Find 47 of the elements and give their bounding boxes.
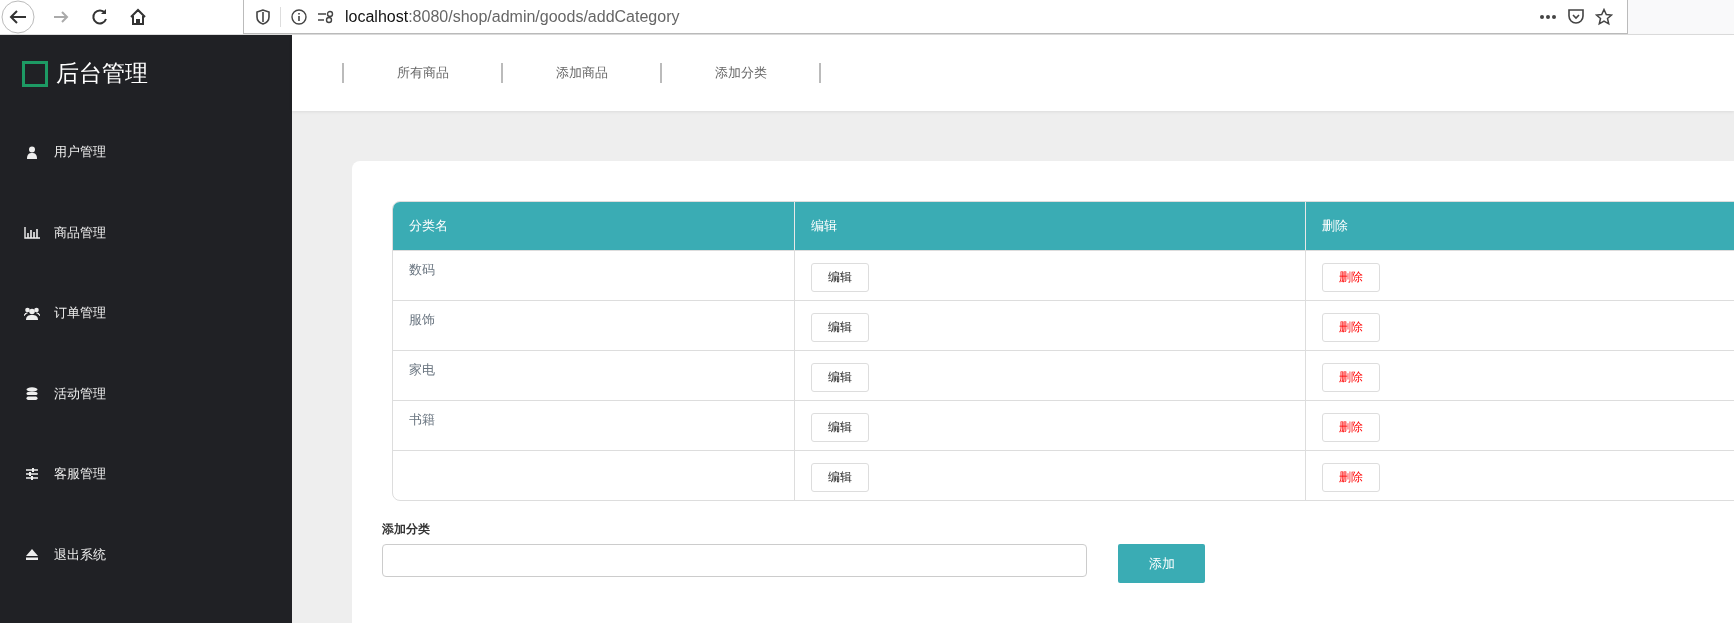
- delete-button[interactable]: 删除: [1322, 413, 1380, 442]
- field-label: 添加分类: [382, 521, 431, 538]
- database-icon: [26, 386, 38, 401]
- logo-icon: [22, 60, 48, 87]
- bar-chart-icon: [24, 226, 40, 239]
- info-icon[interactable]: [291, 8, 307, 25]
- eject-icon: [26, 549, 38, 561]
- reload-icon[interactable]: [91, 8, 109, 26]
- home-icon[interactable]: [129, 8, 147, 26]
- users-icon: [24, 306, 40, 320]
- column-header: 删除: [1305, 202, 1734, 250]
- sidebar-item[interactable]: 活动管理: [0, 353, 292, 434]
- category-name: 书籍: [409, 412, 435, 427]
- nav-link[interactable]: 所有商品: [344, 64, 501, 82]
- sidebar-item[interactable]: 订单管理: [0, 273, 292, 354]
- nav-link[interactable]: 添加分类: [662, 64, 819, 82]
- edit-button[interactable]: 编辑: [811, 313, 869, 342]
- star-icon[interactable]: [1595, 7, 1613, 26]
- delete-button[interactable]: 删除: [1322, 263, 1380, 292]
- column-header: 编辑: [794, 202, 1305, 250]
- sidebar-item[interactable]: 商品管理: [0, 192, 292, 273]
- sidebar-item[interactable]: 用户管理: [0, 112, 292, 193]
- permissions-icon[interactable]: [317, 9, 335, 24]
- user-icon: [26, 145, 38, 159]
- pocket-icon[interactable]: [1567, 8, 1585, 25]
- nav-link[interactable]: 添加商品: [503, 64, 660, 82]
- url-text: localhost:8080/shop/admin/goods/addCategory: [345, 7, 680, 26]
- category-name: 服饰: [409, 312, 435, 327]
- sidebar-item[interactable]: 退出系统: [0, 514, 292, 595]
- shield-icon: [256, 8, 270, 25]
- sidebar-item[interactable]: 客服管理: [0, 434, 292, 515]
- category-name: 数码: [409, 262, 435, 277]
- back-icon[interactable]: [1, 0, 35, 34]
- more-icon[interactable]: [1539, 13, 1557, 20]
- app-title: 后台管理: [56, 59, 148, 88]
- category-name: 家电: [409, 362, 435, 377]
- edit-button[interactable]: 编辑: [811, 263, 869, 292]
- delete-button[interactable]: 删除: [1322, 363, 1380, 392]
- edit-button[interactable]: 编辑: [811, 413, 869, 442]
- address-bar[interactable]: localhost:8080/shop/admin/goods/addCategory: [243, 0, 1628, 34]
- category-input[interactable]: [382, 544, 1087, 577]
- edit-button[interactable]: 编辑: [811, 463, 869, 492]
- sliders-icon: [26, 468, 38, 481]
- edit-button[interactable]: 编辑: [811, 363, 869, 392]
- column-header: 分类名: [393, 202, 794, 250]
- delete-button[interactable]: 删除: [1322, 313, 1380, 342]
- delete-button[interactable]: 删除: [1322, 463, 1380, 492]
